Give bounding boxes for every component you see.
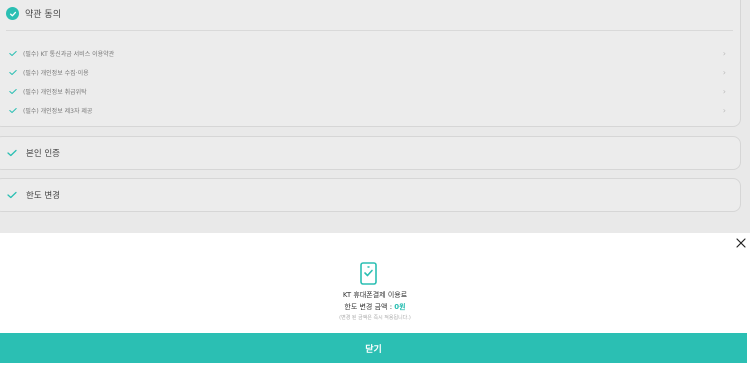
term-item[interactable]: (필수) KT 통신과금 서비스 이용약관 › <box>9 47 726 59</box>
term-item[interactable]: (필수) 개인정보 취급위탁 › <box>9 85 726 97</box>
term-label: (필수) 개인정보 제3자 제공 <box>23 107 93 115</box>
check-icon <box>7 149 17 157</box>
terms-card: 약관 동의 (필수) KT 통신과금 서비스 이용약관 › (필수) 개인정보 … <box>0 0 741 127</box>
term-label: (필수) KT 통신과금 서비스 이용약관 <box>23 50 115 58</box>
check-icon <box>7 191 17 199</box>
close-icon[interactable] <box>734 236 748 250</box>
close-button[interactable]: 닫기 <box>0 333 747 363</box>
limit-amount-value: 0원 <box>394 303 406 311</box>
limit-section[interactable]: 한도 변경 <box>0 178 741 212</box>
chevron-right-icon[interactable]: › <box>723 49 726 58</box>
check-circle-icon <box>6 7 19 20</box>
term-item[interactable]: (필수) 개인정보 수집·이용 › <box>9 66 726 78</box>
terms-header[interactable]: 약관 동의 <box>6 7 61 20</box>
divider <box>6 30 733 31</box>
limit-label: 한도 변경 <box>26 191 60 201</box>
term-label: (필수) 개인정보 수집·이용 <box>23 69 89 77</box>
check-icon <box>9 107 18 114</box>
chevron-right-icon[interactable]: › <box>723 87 726 96</box>
chevron-right-icon[interactable]: › <box>723 106 726 115</box>
chevron-right-icon[interactable]: › <box>723 68 726 77</box>
identity-section[interactable]: 본인 인증 <box>0 136 741 170</box>
limit-amount-prefix: 한도 변경 금액 : <box>344 303 395 311</box>
terms-title: 약관 동의 <box>25 10 61 20</box>
identity-label: 본인 인증 <box>26 149 60 159</box>
term-label: (필수) 개인정보 취급위탁 <box>23 88 87 96</box>
check-icon <box>9 88 18 95</box>
limit-amount-line: 한도 변경 금액 : 0원 <box>0 302 750 312</box>
sheet-title: KT 휴대폰결제 이용료 <box>342 291 408 299</box>
apply-note: (변경 된 금액은 즉시 적용됩니다.) <box>339 315 411 321</box>
result-sheet: KT 휴대폰결제 이용료 한도 변경 금액 : 0원 (변경 된 금액은 즉시 … <box>0 233 750 365</box>
phone-check-icon <box>359 262 378 285</box>
check-icon <box>9 50 18 57</box>
term-item[interactable]: (필수) 개인정보 제3자 제공 › <box>9 104 726 116</box>
check-icon <box>9 69 18 76</box>
